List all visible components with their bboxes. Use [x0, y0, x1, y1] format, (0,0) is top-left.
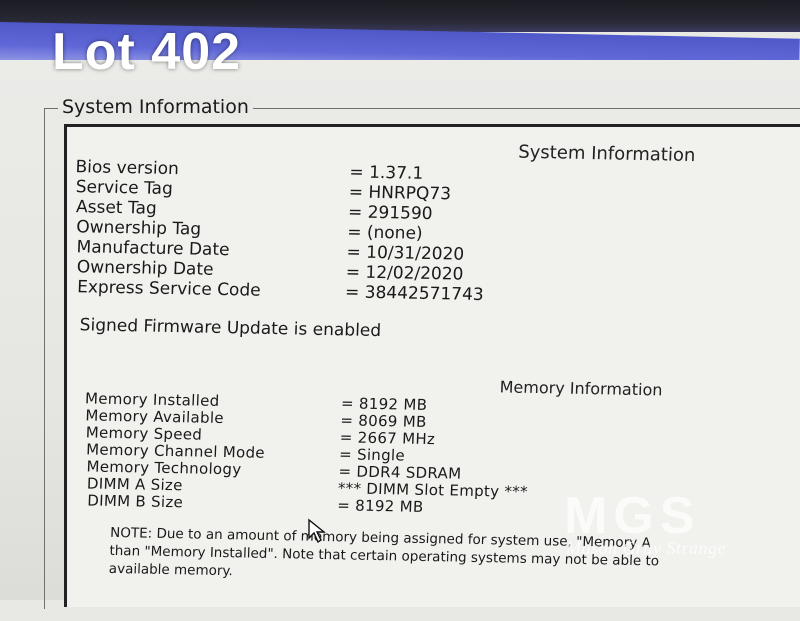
system-info-header: System Information [517, 141, 696, 167]
system-row-value: = (none) [346, 222, 423, 244]
info-panel-content: System Information Bios version = 1.37.1… [49, 127, 800, 621]
system-info-table: Bios version = 1.37.1 Service Tag = HNRP… [67, 127, 800, 341]
arrow-cursor-icon [307, 518, 329, 548]
system-row-label: Service Tag [75, 177, 174, 200]
memory-note: NOTE: Due to an amount of memory being a… [108, 524, 800, 591]
system-row-label: Asset Tag [75, 197, 158, 219]
group-box-title: System Information [58, 96, 253, 118]
system-row-value: = 291590 [347, 202, 433, 225]
system-row-value: = 10/31/2020 [346, 242, 465, 265]
system-row-label: Ownership Tag [75, 217, 202, 240]
memory-row-label: DIMM B Size [86, 491, 184, 512]
system-row-value: = HNRPQ73 [348, 182, 452, 205]
system-row-label: Ownership Date [76, 257, 214, 280]
system-row-value: = 12/02/2020 [345, 262, 464, 285]
memory-info-table: Memory Installed = 8192 MB Memory Availa… [67, 127, 800, 516]
lot-label: Lot 402 [52, 23, 242, 81]
system-row-label: Bios version [75, 157, 180, 180]
system-row-value: = 1.37.1 [349, 162, 424, 184]
info-panel: System Information Bios version = 1.37.1… [64, 124, 800, 607]
memory-row-value: = 8192 MB [336, 496, 424, 516]
memory-info-header: Memory Information [499, 377, 663, 400]
firmware-status: Signed Firmware Update is enabled [79, 315, 382, 342]
system-row-value: = 38442571743 [344, 282, 485, 306]
system-row-label: Express Service Code [76, 277, 262, 301]
